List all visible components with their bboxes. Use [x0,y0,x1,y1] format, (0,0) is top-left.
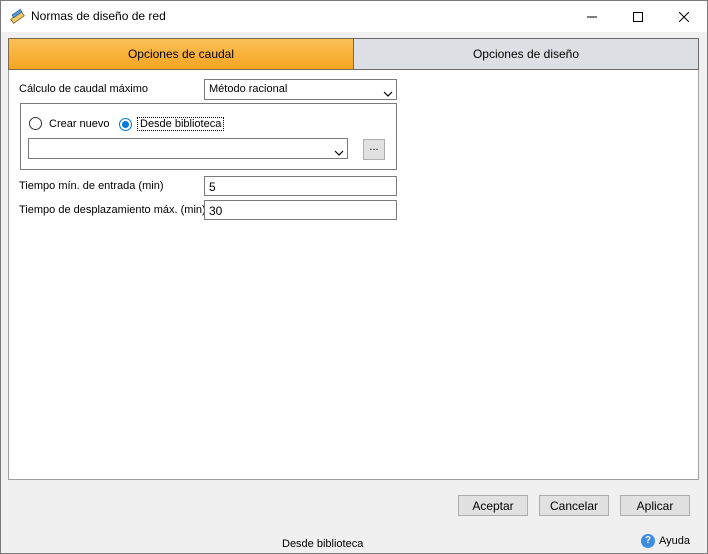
maximize-button[interactable] [615,1,661,32]
library-select[interactable] [28,138,348,159]
radio-from-library[interactable]: Desde biblioteca [119,117,225,131]
minimize-button[interactable] [569,1,615,32]
tab-flow-options[interactable]: Opciones de caudal [8,38,354,70]
chevron-down-icon [383,86,393,100]
cancel-button[interactable]: Cancelar [539,495,609,516]
tab-flow-options-label: Opciones de caudal [127,47,235,61]
radio-create-new[interactable]: Crear nuevo [29,117,112,130]
help-icon: ? [641,534,655,548]
accept-button[interactable]: Aceptar [458,495,528,516]
ruler-pencil-icon [9,8,26,25]
close-icon [679,11,689,22]
max-travel-time-value: 30 [209,204,223,218]
peak-flow-method-value: Método racional [209,83,288,95]
min-entry-time-value: 5 [209,180,216,194]
radio-from-library-label: Desde biblioteca [137,117,225,131]
tab-design-options[interactable]: Opciones de diseño [353,38,699,70]
peak-flow-method-select[interactable]: Método racional [204,79,397,100]
title-bar: Normas de diseño de red [1,1,707,32]
help-link[interactable]: ? Ayuda [641,534,690,548]
radio-create-new-label: Crear nuevo [49,117,110,130]
browse-library-button[interactable]: ... [363,139,385,160]
tab-design-options-label: Opciones de diseño [472,47,580,61]
chevron-down-icon [334,145,344,159]
dialog-window: Normas de diseño de red Opciones de caud… [0,0,708,554]
radio-from-library-circle [119,117,132,131]
minimize-icon [587,12,597,22]
status-text: Desde biblioteca [282,538,364,550]
close-button[interactable] [661,1,707,32]
apply-button[interactable]: Aplicar [620,495,690,516]
tab-content-panel: Cálculo de caudal máximo Método racional… [8,70,699,480]
min-entry-time-input[interactable]: 5 [204,176,397,196]
max-travel-time-label: Tiempo de desplazamiento máx. (min) [19,204,206,216]
peak-flow-label: Cálculo de caudal máximo [19,83,149,95]
maximize-icon [633,11,643,22]
window-title: Normas de diseño de red [31,9,166,23]
min-entry-time-label: Tiempo mín. de entrada (min) [19,180,164,192]
help-label: Ayuda [659,535,690,547]
source-groupbox: Crear nuevo Desde biblioteca ... [20,103,397,170]
radio-create-new-circle [29,117,42,130]
max-travel-time-input[interactable]: 30 [204,200,397,220]
